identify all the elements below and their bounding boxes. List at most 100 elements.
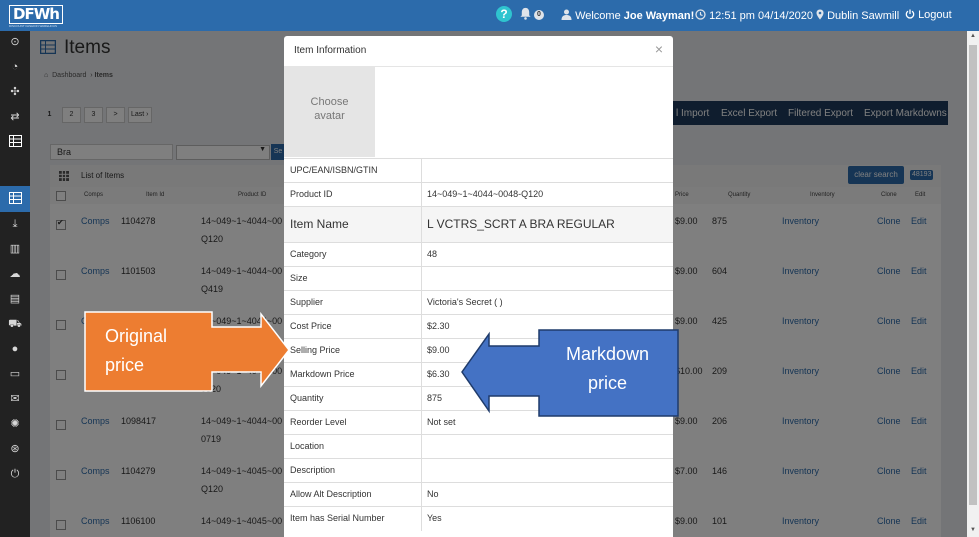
- info-label: Reorder Level: [290, 417, 347, 427]
- sidebar: ⊙ ◔ ✣ ⇄ ⤓ ▥ ☁ ▤ ⛟ ● ▭ ✉ ✺ ⊛ ⏻: [0, 31, 30, 537]
- avatar-upload[interactable]: Choose avatar: [284, 67, 375, 157]
- original-price-label: Original price: [105, 322, 167, 380]
- info-value: Yes: [427, 513, 442, 523]
- avatar-line1: Choose: [310, 96, 349, 108]
- info-value: 14~049~1~4044~0048-Q120: [427, 189, 544, 199]
- info-label: UPC/EAN/ISBN/GTIN: [290, 165, 378, 175]
- user-name: Joe Wayman!: [623, 10, 695, 22]
- app-logo[interactable]: DFWh: [9, 5, 63, 24]
- avatar-placeholder: Choose avatar: [284, 95, 375, 123]
- info-label: Item has Serial Number: [290, 513, 385, 523]
- info-label: Product ID: [290, 189, 333, 199]
- info-row-divider: [421, 411, 422, 435]
- datetime-text: 12:51 pm 04/14/2020: [709, 10, 814, 22]
- dashboard-icon[interactable]: ◔: [8, 60, 22, 74]
- info-label: Description: [290, 465, 336, 475]
- bell-icon[interactable]: [519, 7, 532, 20]
- bar-chart-icon[interactable]: ▥: [8, 242, 22, 256]
- card-icon[interactable]: ▭: [8, 367, 22, 381]
- settings-icon[interactable]: ⊛: [8, 442, 22, 456]
- avatar-line2: avatar: [314, 110, 345, 122]
- app-logo-subtitle: DISCOUNT FASHION WAREHOUSE: [9, 24, 57, 28]
- cart-icon[interactable]: ⛟: [8, 317, 22, 331]
- map-pin-icon[interactable]: ⊙: [8, 35, 22, 49]
- info-value: $6.30: [427, 369, 450, 379]
- power-sidebar-icon[interactable]: ⏻: [8, 467, 22, 481]
- table-icon[interactable]: [8, 192, 22, 206]
- info-value: $9.00: [427, 345, 450, 355]
- original-price-line1: Original: [105, 326, 168, 346]
- transfer-icon[interactable]: ⇄: [8, 110, 22, 124]
- scroll-up-icon[interactable]: ▲: [970, 33, 976, 39]
- notification-count-badge: 0: [534, 10, 544, 20]
- scrollbar-thumb[interactable]: [969, 45, 977, 505]
- datetime: 12:51 pm 04/14/2020: [695, 9, 813, 22]
- mail-icon[interactable]: ✉: [8, 392, 22, 406]
- info-value: Victoria's Secret ( ): [427, 297, 503, 307]
- info-value: Not set: [427, 417, 456, 427]
- modal-header: Item Information ×: [284, 36, 673, 67]
- info-row: Item has Serial Number Yes: [284, 506, 673, 531]
- info-row-divider: [421, 291, 422, 315]
- info-value: $2.30: [427, 321, 450, 331]
- info-row: Description: [284, 458, 673, 483]
- info-value: No: [427, 489, 439, 499]
- user-menu[interactable]: Welcome Joe Wayman!: [561, 9, 694, 22]
- info-label: Allow Alt Description: [290, 489, 372, 499]
- info-label: Location: [290, 441, 325, 451]
- info-row-divider: [421, 507, 422, 531]
- close-icon[interactable]: ×: [655, 41, 663, 57]
- info-label: Item Name: [290, 217, 349, 231]
- modal-title: Item Information: [294, 45, 367, 56]
- markdown-price-line1: Markdown: [565, 344, 650, 364]
- items-sidebar-icon[interactable]: [8, 135, 22, 149]
- logout-button[interactable]: Logout: [905, 9, 952, 21]
- download-icon[interactable]: ⤓: [8, 217, 22, 231]
- info-row-divider: [421, 435, 422, 459]
- power-icon: [905, 9, 915, 19]
- item-information-modal: Item Information × Choose avatar UPC/EAN…: [284, 36, 673, 537]
- info-label: Category: [290, 249, 327, 259]
- map-marker-icon: [816, 9, 824, 20]
- info-row-divider: [421, 267, 422, 291]
- info-row-divider: [421, 363, 422, 387]
- info-value: 875: [427, 393, 443, 403]
- info-row: Supplier Victoria's Secret ( ): [284, 290, 673, 315]
- info-label: Cost Price: [290, 321, 332, 331]
- info-row-divider: [421, 483, 422, 507]
- cloud-icon[interactable]: ☁: [8, 267, 22, 281]
- logout-label: Logout: [918, 9, 952, 21]
- info-row-divider: [421, 387, 422, 411]
- markdown-price-label: Markdown price: [539, 340, 676, 398]
- location-name: Dublin Sawmill: [827, 10, 900, 22]
- expand-icon[interactable]: ✣: [8, 85, 22, 99]
- info-row-divider: [421, 207, 422, 243]
- scroll-down-icon[interactable]: ▼: [970, 527, 976, 533]
- original-price-line2: price: [105, 355, 145, 375]
- location-selector[interactable]: Dublin Sawmill: [816, 9, 899, 22]
- list-icon[interactable]: ▤: [8, 292, 22, 306]
- info-row: Item Name L VCTRS_SCRT A BRA REGULAR: [284, 206, 673, 243]
- info-row: Size: [284, 266, 673, 291]
- top-navbar: DFWh DISCOUNT FASHION WAREHOUSE ? 0 Welc…: [0, 0, 979, 31]
- info-row: Product ID 14~049~1~4044~0048-Q120: [284, 182, 673, 207]
- rebel-icon[interactable]: ✺: [8, 417, 22, 431]
- user-sidebar-icon[interactable]: ●: [8, 342, 22, 356]
- info-row-divider: [421, 183, 422, 207]
- user-icon: [561, 9, 572, 20]
- info-row-divider: [421, 243, 422, 267]
- info-label: Markdown Price: [290, 369, 355, 379]
- info-row-divider: [421, 159, 422, 183]
- welcome-text: Welcome: [575, 10, 624, 22]
- help-icon[interactable]: ?: [496, 6, 512, 22]
- info-row-divider: [421, 459, 422, 483]
- clock-icon: [695, 9, 706, 20]
- info-value: 48: [427, 249, 438, 259]
- page-scrollbar[interactable]: ▲ ▼: [967, 31, 979, 537]
- markdown-price-line2: price: [587, 373, 627, 393]
- info-row-divider: [421, 339, 422, 363]
- info-row-divider: [421, 315, 422, 339]
- info-label: Selling Price: [290, 345, 341, 355]
- info-row: Location: [284, 434, 673, 459]
- info-row: Category 48: [284, 242, 673, 267]
